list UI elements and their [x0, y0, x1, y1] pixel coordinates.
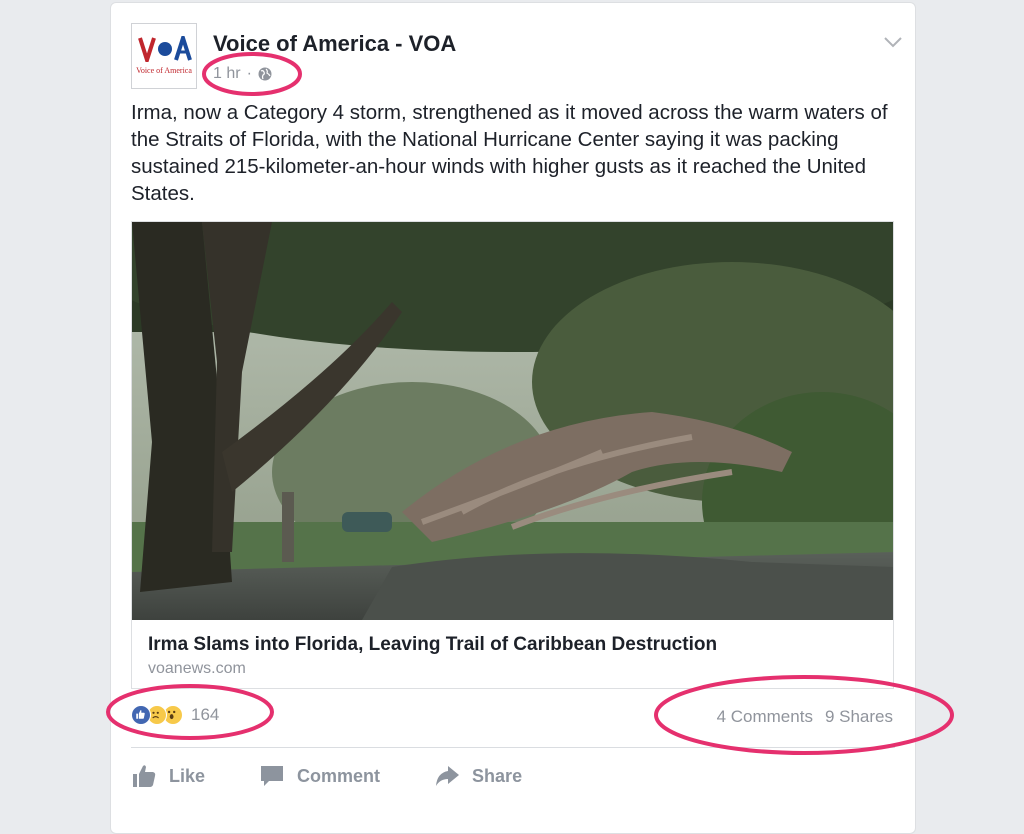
- shares-count-link[interactable]: 9 Shares: [825, 707, 893, 727]
- like-label: Like: [169, 765, 206, 786]
- post-actions: Like Comment Share: [131, 763, 576, 789]
- post-timestamp[interactable]: 1 hr: [213, 65, 241, 83]
- like-button[interactable]: Like: [131, 763, 205, 789]
- globe-icon: [258, 67, 272, 81]
- link-title[interactable]: Irma Slams into Florida, Leaving Trail o…: [148, 634, 717, 656]
- storm-photo: [132, 222, 893, 620]
- link-preview-image[interactable]: [132, 222, 893, 620]
- comment-button[interactable]: Comment: [259, 763, 380, 789]
- reaction-count: 164: [191, 705, 220, 724]
- comment-icon: [261, 766, 284, 786]
- feed-post: Voice of America Voice of America - VOA …: [110, 2, 916, 834]
- comments-count-link[interactable]: 4 Comments: [717, 707, 813, 727]
- link-preview[interactable]: Irma Slams into Florida, Leaving Trail o…: [131, 221, 894, 689]
- engagement-counts: 4 Comments 9 Shares: [717, 707, 893, 727]
- share-button[interactable]: Share: [434, 763, 522, 789]
- reaction-summary[interactable]: 164: [131, 705, 219, 725]
- page-name[interactable]: Voice of America - VOA: [213, 31, 456, 57]
- thumbs-up-icon: [133, 765, 156, 787]
- share-label: Share: [472, 765, 523, 786]
- comment-label: Comment: [297, 765, 381, 786]
- post-meta: 1 hr ·: [213, 65, 272, 83]
- meta-separator: ·: [246, 65, 252, 82]
- voa-logo: [138, 36, 192, 62]
- share-icon: [436, 766, 460, 786]
- actions-divider: [131, 747, 895, 748]
- link-domain: voanews.com: [148, 660, 246, 677]
- chevron-down-icon[interactable]: [883, 35, 903, 49]
- page-avatar[interactable]: Voice of America: [131, 23, 197, 89]
- like-icon: [131, 705, 151, 725]
- post-text: Irma, now a Category 4 storm, strengthen…: [131, 101, 888, 205]
- logo-subtitle: Voice of America: [136, 66, 192, 75]
